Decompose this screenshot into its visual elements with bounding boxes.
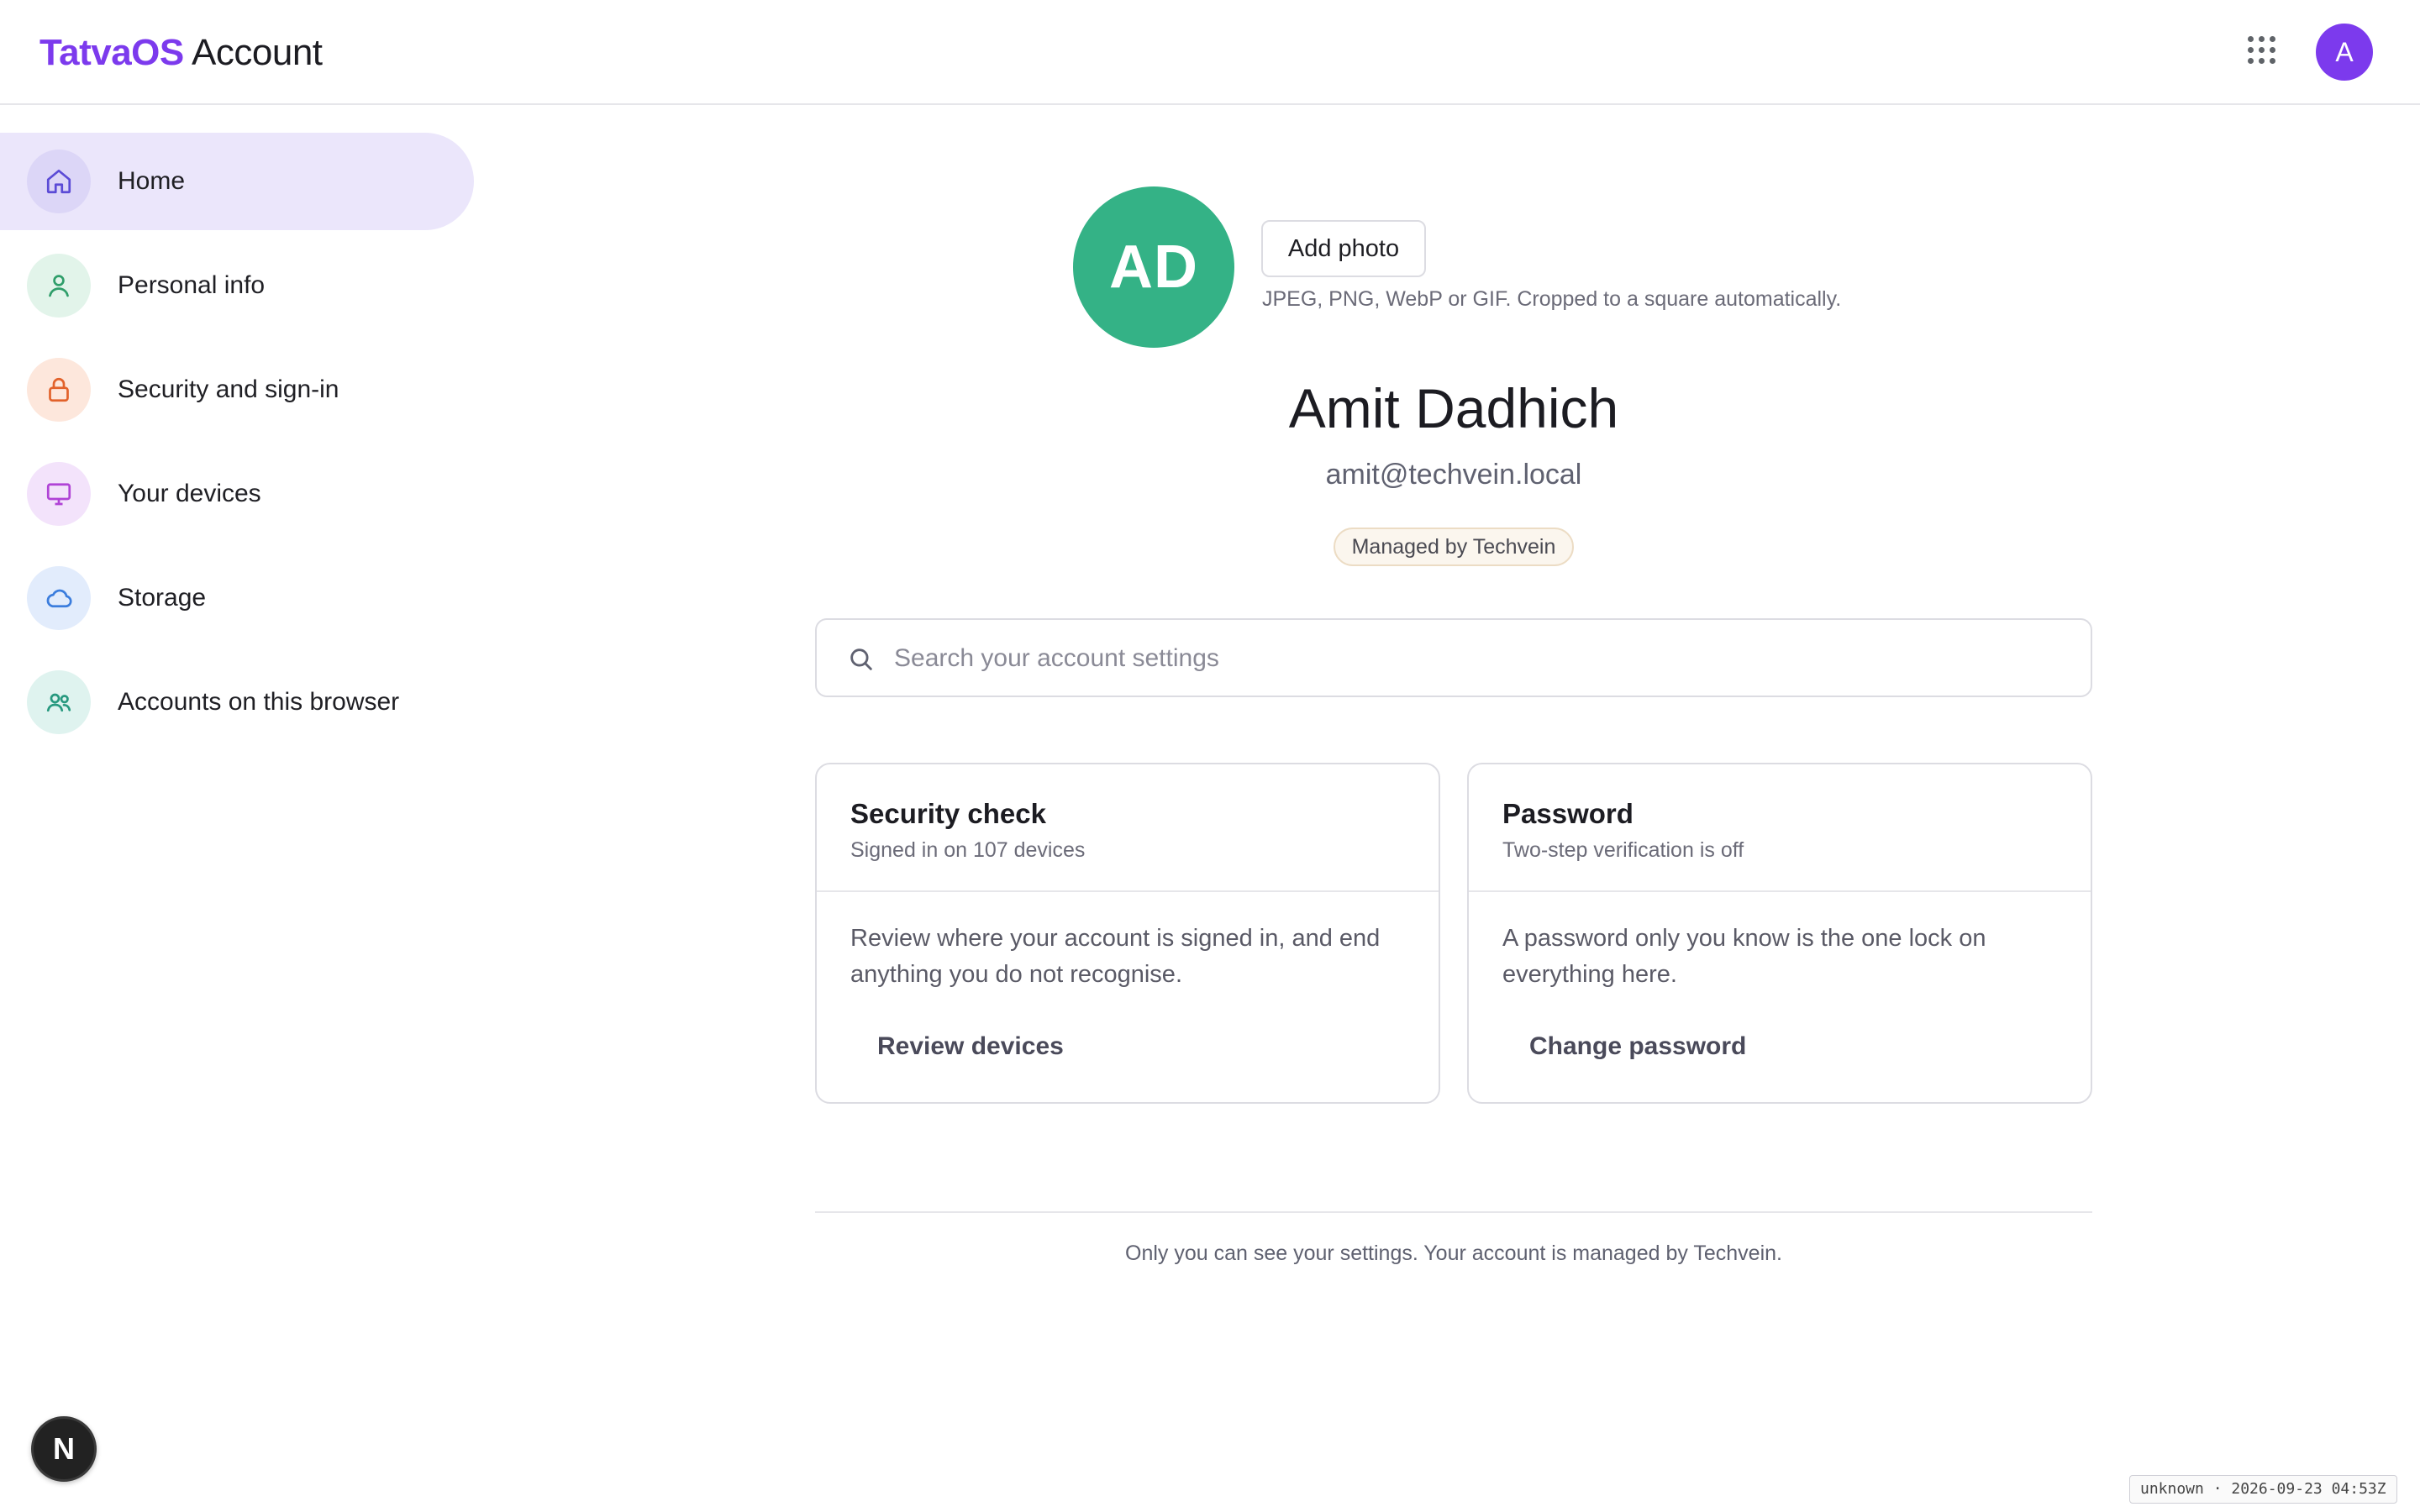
- card-title: Security check: [850, 798, 1046, 829]
- search-input[interactable]: [894, 637, 2054, 680]
- search-bar[interactable]: [815, 618, 2092, 697]
- home-icon: [27, 150, 91, 213]
- user-email: amit@techvein.local: [1325, 459, 1582, 491]
- sidebar-item-label: Storage: [118, 584, 207, 612]
- sidebar-item-label: Accounts on this browser: [118, 688, 400, 716]
- sidebar-item-label: Personal info: [118, 271, 266, 299]
- footer-note: Only you can see your settings. Your acc…: [1125, 1242, 1782, 1265]
- card-subtitle: Two-step verification is off: [1502, 838, 1744, 862]
- brand-account: Account: [183, 32, 323, 73]
- monitor-icon: [27, 462, 91, 526]
- managed-badge: Managed by Techvein: [1333, 528, 1575, 566]
- change-password-button[interactable]: Change password: [1502, 1020, 1773, 1074]
- sidebar-item-security[interactable]: Security and sign-in: [0, 341, 474, 438]
- security-check-card: Security check Signed in on 107 devices …: [815, 763, 1440, 1104]
- card-subtitle: Signed in on 107 devices: [850, 838, 1086, 862]
- card-body: A password only you know is the one lock…: [1502, 925, 1986, 988]
- card-header: Security check Signed in on 107 devices: [817, 764, 1439, 892]
- cloud-icon: [27, 566, 91, 630]
- profile-avatar: AD: [1073, 186, 1234, 348]
- password-card: Password Two-step verification is off A …: [1467, 763, 2092, 1104]
- add-photo-button[interactable]: Add photo: [1261, 220, 1426, 277]
- search-icon: [850, 648, 872, 670]
- account-avatar-button[interactable]: A: [2316, 24, 2373, 81]
- review-devices-button[interactable]: Review devices: [850, 1020, 1091, 1074]
- person-icon: [27, 254, 91, 318]
- sidebar-item-storage[interactable]: Storage: [0, 549, 474, 647]
- apps-grid-icon[interactable]: [2244, 32, 2281, 69]
- top-bar: TatvaOS Account A: [0, 0, 2420, 105]
- photo-hint: JPEG, PNG, WebP or GIF. Cropped to a squ…: [1262, 287, 1842, 311]
- sidebar-item-label: Security and sign-in: [118, 375, 339, 403]
- sidebar-item-label: Your devices: [118, 480, 261, 507]
- sidebar-item-label: Home: [118, 167, 186, 195]
- card-body: Review where your account is signed in, …: [850, 925, 1381, 988]
- timestamp-stamp: unknown · 2026-09-23 04:53Z: [2129, 1475, 2397, 1504]
- people-icon: [27, 670, 91, 734]
- card-title: Password: [1502, 798, 1634, 829]
- brand-os: TatvaOS: [39, 32, 184, 73]
- sidebar-item-personal-info[interactable]: Personal info: [0, 237, 474, 334]
- user-name: Amit Dadhich: [1288, 377, 1619, 439]
- app-brand[interactable]: TatvaOS Account: [39, 30, 323, 76]
- dev-tools-badge[interactable]: N: [31, 1416, 97, 1482]
- footer-divider: [815, 1211, 2092, 1213]
- sidebar-item-accounts-browser[interactable]: Accounts on this browser: [0, 654, 474, 751]
- sidebar-item-devices[interactable]: Your devices: [0, 445, 474, 543]
- managed-badge-wrap: Managed by Techvein: [815, 528, 2092, 566]
- lock-icon: [27, 358, 91, 422]
- sidebar-item-home[interactable]: Home: [0, 133, 474, 230]
- card-header: Password Two-step verification is off: [1469, 764, 2091, 892]
